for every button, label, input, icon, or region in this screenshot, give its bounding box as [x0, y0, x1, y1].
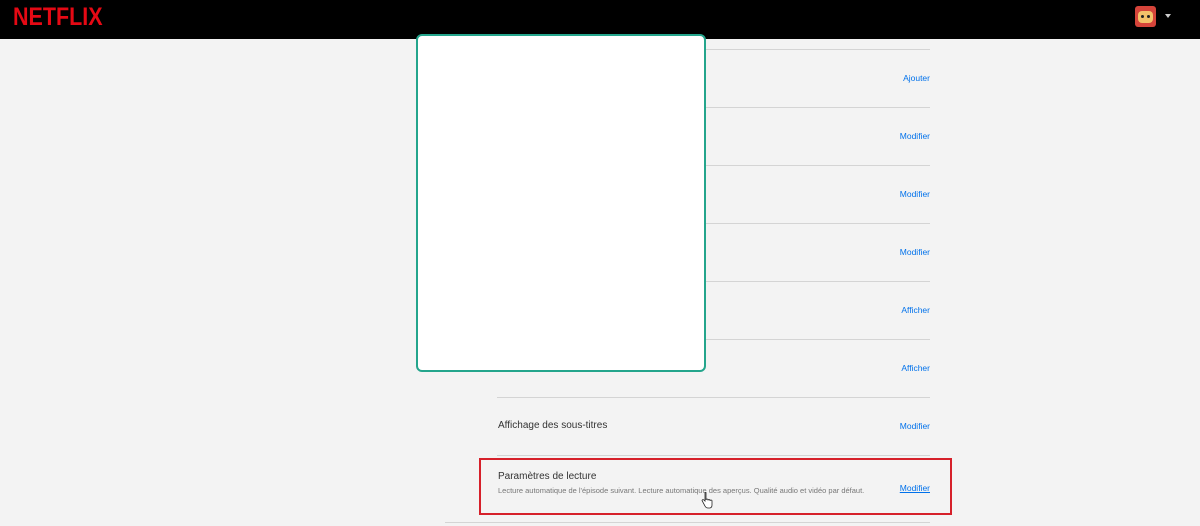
- highlight-box: [479, 458, 952, 515]
- modify-subtitles-link[interactable]: Modifier: [900, 421, 930, 431]
- add-link[interactable]: Ajouter: [903, 73, 930, 83]
- modify-link[interactable]: Modifier: [900, 131, 930, 141]
- settings-row-subtitles: Affichage des sous-titres Modifier: [497, 397, 930, 456]
- subtitles-display-title: Affichage des sous-titres: [498, 420, 608, 431]
- blank-overlay-panel: [416, 34, 706, 372]
- netflix-logo[interactable]: NETFLIX: [13, 3, 103, 32]
- show-link[interactable]: Afficher: [901, 305, 930, 315]
- show-link[interactable]: Afficher: [901, 363, 930, 373]
- modify-link[interactable]: Modifier: [900, 189, 930, 199]
- hand-pointer-cursor-icon: [701, 492, 713, 509]
- modify-link[interactable]: Modifier: [900, 247, 930, 257]
- divider: [445, 522, 930, 523]
- caret-down-icon[interactable]: [1165, 14, 1171, 18]
- profile-avatar-icon[interactable]: [1135, 6, 1156, 27]
